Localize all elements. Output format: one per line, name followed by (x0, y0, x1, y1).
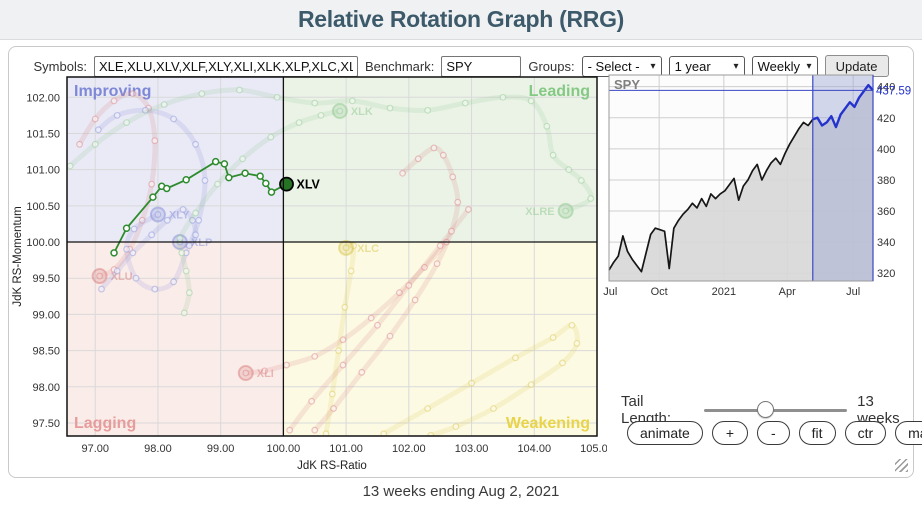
svg-text:Lagging: Lagging (74, 415, 136, 432)
svg-text:Jul: Jul (846, 286, 860, 298)
svg-text:Apr: Apr (779, 286, 796, 298)
svg-text:104.00: 104.00 (517, 443, 551, 455)
animate-button[interactable]: animate (627, 421, 703, 445)
svg-text:97.50: 97.50 (32, 418, 60, 430)
zoom-out-button[interactable]: - (757, 421, 790, 445)
svg-text:Jul: Jul (603, 286, 617, 298)
svg-text:XLV: XLV (297, 178, 321, 192)
svg-text:360: 360 (877, 206, 895, 218)
svg-text:Weakening: Weakening (506, 415, 590, 432)
svg-text:437.59: 437.59 (876, 85, 911, 97)
slider-track[interactable] (704, 409, 848, 412)
center-button[interactable]: ctr (845, 421, 887, 445)
svg-text:101.00: 101.00 (329, 443, 363, 455)
svg-text:100.00: 100.00 (26, 237, 60, 249)
zoom-in-button[interactable]: + (712, 421, 748, 445)
resize-handle-icon[interactable] (895, 459, 908, 472)
fit-button[interactable]: fit (799, 421, 836, 445)
title-bar: Relative Rotation Graph (RRG) (0, 0, 922, 40)
svg-text:400: 400 (877, 144, 895, 156)
svg-text:JdK RS-Momentum: JdK RS-Momentum (12, 206, 24, 306)
chart-buttons-row: animate + - fit ctr max (603, 421, 917, 445)
svg-text:XLK: XLK (351, 106, 373, 118)
svg-text:XLI: XLI (257, 368, 274, 380)
svg-text:99.00: 99.00 (207, 443, 235, 455)
svg-text:98.00: 98.00 (144, 443, 172, 455)
svg-text:102.00: 102.00 (26, 92, 60, 104)
svg-text:99.50: 99.50 (32, 273, 60, 285)
svg-text:SPY: SPY (614, 77, 640, 92)
svg-text:340: 340 (877, 237, 895, 249)
svg-text:320: 320 (877, 268, 895, 280)
svg-text:100.00: 100.00 (267, 443, 301, 455)
svg-text:JdK RS-Ratio: JdK RS-Ratio (297, 460, 367, 471)
rrg-app: Relative Rotation Graph (RRG) Symbols: B… (0, 0, 922, 506)
svg-text:101.00: 101.00 (26, 165, 60, 177)
svg-text:XLP: XLP (191, 237, 212, 249)
svg-text:98.50: 98.50 (32, 346, 60, 358)
svg-text:98.00: 98.00 (32, 382, 60, 394)
svg-text:Oct: Oct (651, 286, 668, 298)
max-button[interactable]: max (895, 421, 922, 445)
benchmark-chart-column: 440420400380360340320JulOct2021AprJulSPY… (603, 69, 917, 473)
slider-thumb[interactable] (757, 401, 774, 418)
rrg-chart-svg[interactable]: 97.00 98.00 99.00 100.00 101.00 102.00 103.00 1… (9, 69, 607, 471)
svg-text:380: 380 (877, 175, 895, 187)
svg-text:420: 420 (877, 113, 895, 125)
rrg-chart[interactable]: 97.00 98.00 99.00 100.00 101.00 102.00 103.00 1… (9, 69, 607, 471)
page-title: Relative Rotation Graph (RRG) (298, 6, 624, 33)
svg-text:XLRE: XLRE (525, 206, 554, 218)
svg-text:103.00: 103.00 (455, 443, 489, 455)
svg-text:2021: 2021 (712, 286, 736, 298)
svg-text:100.50: 100.50 (26, 201, 60, 213)
tail-length-slider[interactable] (704, 401, 848, 419)
svg-text:XLC: XLC (357, 243, 379, 255)
date-range-caption: 13 weeks ending Aug 2, 2021 (0, 483, 922, 500)
svg-text:102.00: 102.00 (392, 443, 426, 455)
svg-text:99.00: 99.00 (32, 309, 60, 321)
svg-text:97.00: 97.00 (81, 443, 109, 455)
svg-text:101.50: 101.50 (26, 128, 60, 140)
rrg-panel: Symbols: Benchmark: Groups: - Select - ▾… (8, 46, 914, 478)
spy-price-chart-svg[interactable]: 440420400380360340320JulOct2021AprJulSPY… (603, 69, 917, 303)
svg-text:Leading: Leading (529, 83, 590, 100)
